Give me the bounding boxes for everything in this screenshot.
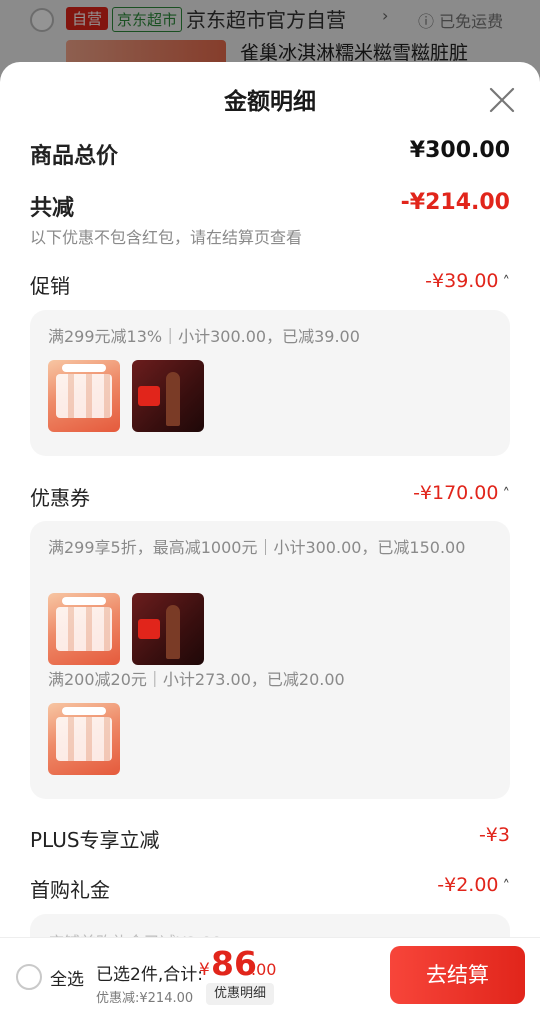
- total-reduction-amount: -¥214.00: [400, 190, 510, 215]
- product-thumbnail-icecream[interactable]: [48, 703, 120, 775]
- total-price-amount: ¥300.00: [409, 138, 510, 163]
- first-purchase-amount-wrap: -¥2.00 ˄: [437, 874, 510, 896]
- plus-discount-row: PLUS专享立减 -¥3: [30, 824, 510, 852]
- promotion-amount-wrap: -¥39.00 ˄: [425, 270, 510, 292]
- plus-discount-amount: -¥3: [478, 824, 510, 846]
- first-purchase-amount: -¥2.00: [437, 874, 499, 896]
- close-icon: [489, 87, 515, 113]
- chevron-up-icon: ˄: [502, 485, 511, 503]
- promotion-card: 满299元减13%｜小计300.00，已减39.00: [30, 310, 510, 456]
- product-thumbnail-chocolate[interactable]: [132, 593, 204, 665]
- promotion-row[interactable]: 促销 -¥39.00 ˄: [30, 270, 510, 298]
- promotion-detail-line: 满299元减13%｜小计300.00，已减39.00: [48, 327, 360, 346]
- sheet-title: 金额明细: [224, 89, 316, 115]
- total-price-currency: ¥: [199, 960, 210, 980]
- select-all-label[interactable]: 全选: [50, 965, 84, 990]
- promotion-label: 促销: [30, 274, 70, 298]
- reduction-note: 以下优惠不包含红包，请在结算页查看: [30, 228, 303, 247]
- coupon-card: 满299享5折，最高减1000元｜小计300.00，已减150.00 满200减…: [30, 521, 510, 799]
- product-thumbnail-icecream[interactable]: [48, 360, 120, 432]
- total-price-label: 商品总价: [30, 144, 119, 169]
- product-thumbnail-chocolate[interactable]: [132, 360, 204, 432]
- total-reduction-label: 共减: [30, 196, 75, 221]
- total-price-row: 商品总价 ¥300.00: [30, 138, 510, 169]
- discount-detail-button[interactable]: 优惠明细: [206, 983, 275, 1005]
- coupon-amount: -¥170.00: [413, 482, 499, 504]
- total-price-decimal: .00: [251, 960, 277, 979]
- coupon-row[interactable]: 优惠券 -¥170.00 ˄: [30, 482, 510, 510]
- coupon-amount-wrap: -¥170.00 ˄: [413, 482, 510, 504]
- chevron-up-icon: ˄: [502, 877, 511, 895]
- selected-count-text: 已选2件,合计:: [96, 965, 203, 985]
- close-button[interactable]: [484, 82, 520, 118]
- coupon-label: 优惠券: [30, 486, 90, 510]
- chevron-up-icon: ˄: [502, 273, 511, 291]
- first-purchase-row[interactable]: 首购礼金 -¥2.00 ˄: [30, 874, 510, 902]
- checkout-bar: 全选 已选2件,合计: ¥ 86 .00 优惠减:¥214.00 优惠明细 去结…: [0, 937, 540, 1014]
- coupon-detail-line-2: 满200减20元｜小计273.00，已减20.00: [48, 670, 345, 689]
- select-all-radio[interactable]: [16, 964, 42, 990]
- first-purchase-label: 首购礼金: [30, 878, 110, 902]
- promotion-amount: -¥39.00: [425, 270, 499, 292]
- checkout-button[interactable]: 去结算: [390, 946, 525, 1004]
- total-reduction-row: 共减 -¥214.00: [30, 190, 510, 221]
- discount-total-text: 优惠减:¥214.00: [96, 991, 194, 1006]
- amount-detail-sheet: 金额明细 商品总价 ¥300.00 共减 -¥214.00 以下优惠不包含红包，…: [0, 62, 540, 1013]
- coupon-detail-line-1: 满299享5折，最高减1000元｜小计300.00，已减150.00: [48, 538, 466, 557]
- product-thumbnail-icecream[interactable]: [48, 593, 120, 665]
- plus-discount-label: PLUS专享立减: [30, 828, 160, 852]
